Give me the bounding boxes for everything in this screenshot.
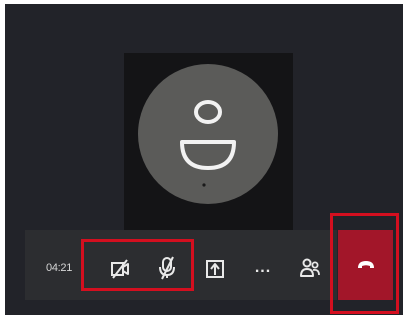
more-icon: ...	[254, 259, 272, 276]
participant-avatar	[138, 64, 278, 204]
hang-up-highlight	[330, 213, 399, 314]
person-icon	[180, 100, 236, 187]
call-timer: 04:21	[46, 262, 73, 274]
more-options-button[interactable]: ...	[251, 258, 275, 278]
video-mic-highlight	[81, 239, 194, 291]
participants-button[interactable]	[296, 254, 324, 282]
participants-icon	[300, 258, 320, 277]
share-screen-button[interactable]	[203, 256, 227, 282]
share-screen-icon	[206, 260, 224, 278]
